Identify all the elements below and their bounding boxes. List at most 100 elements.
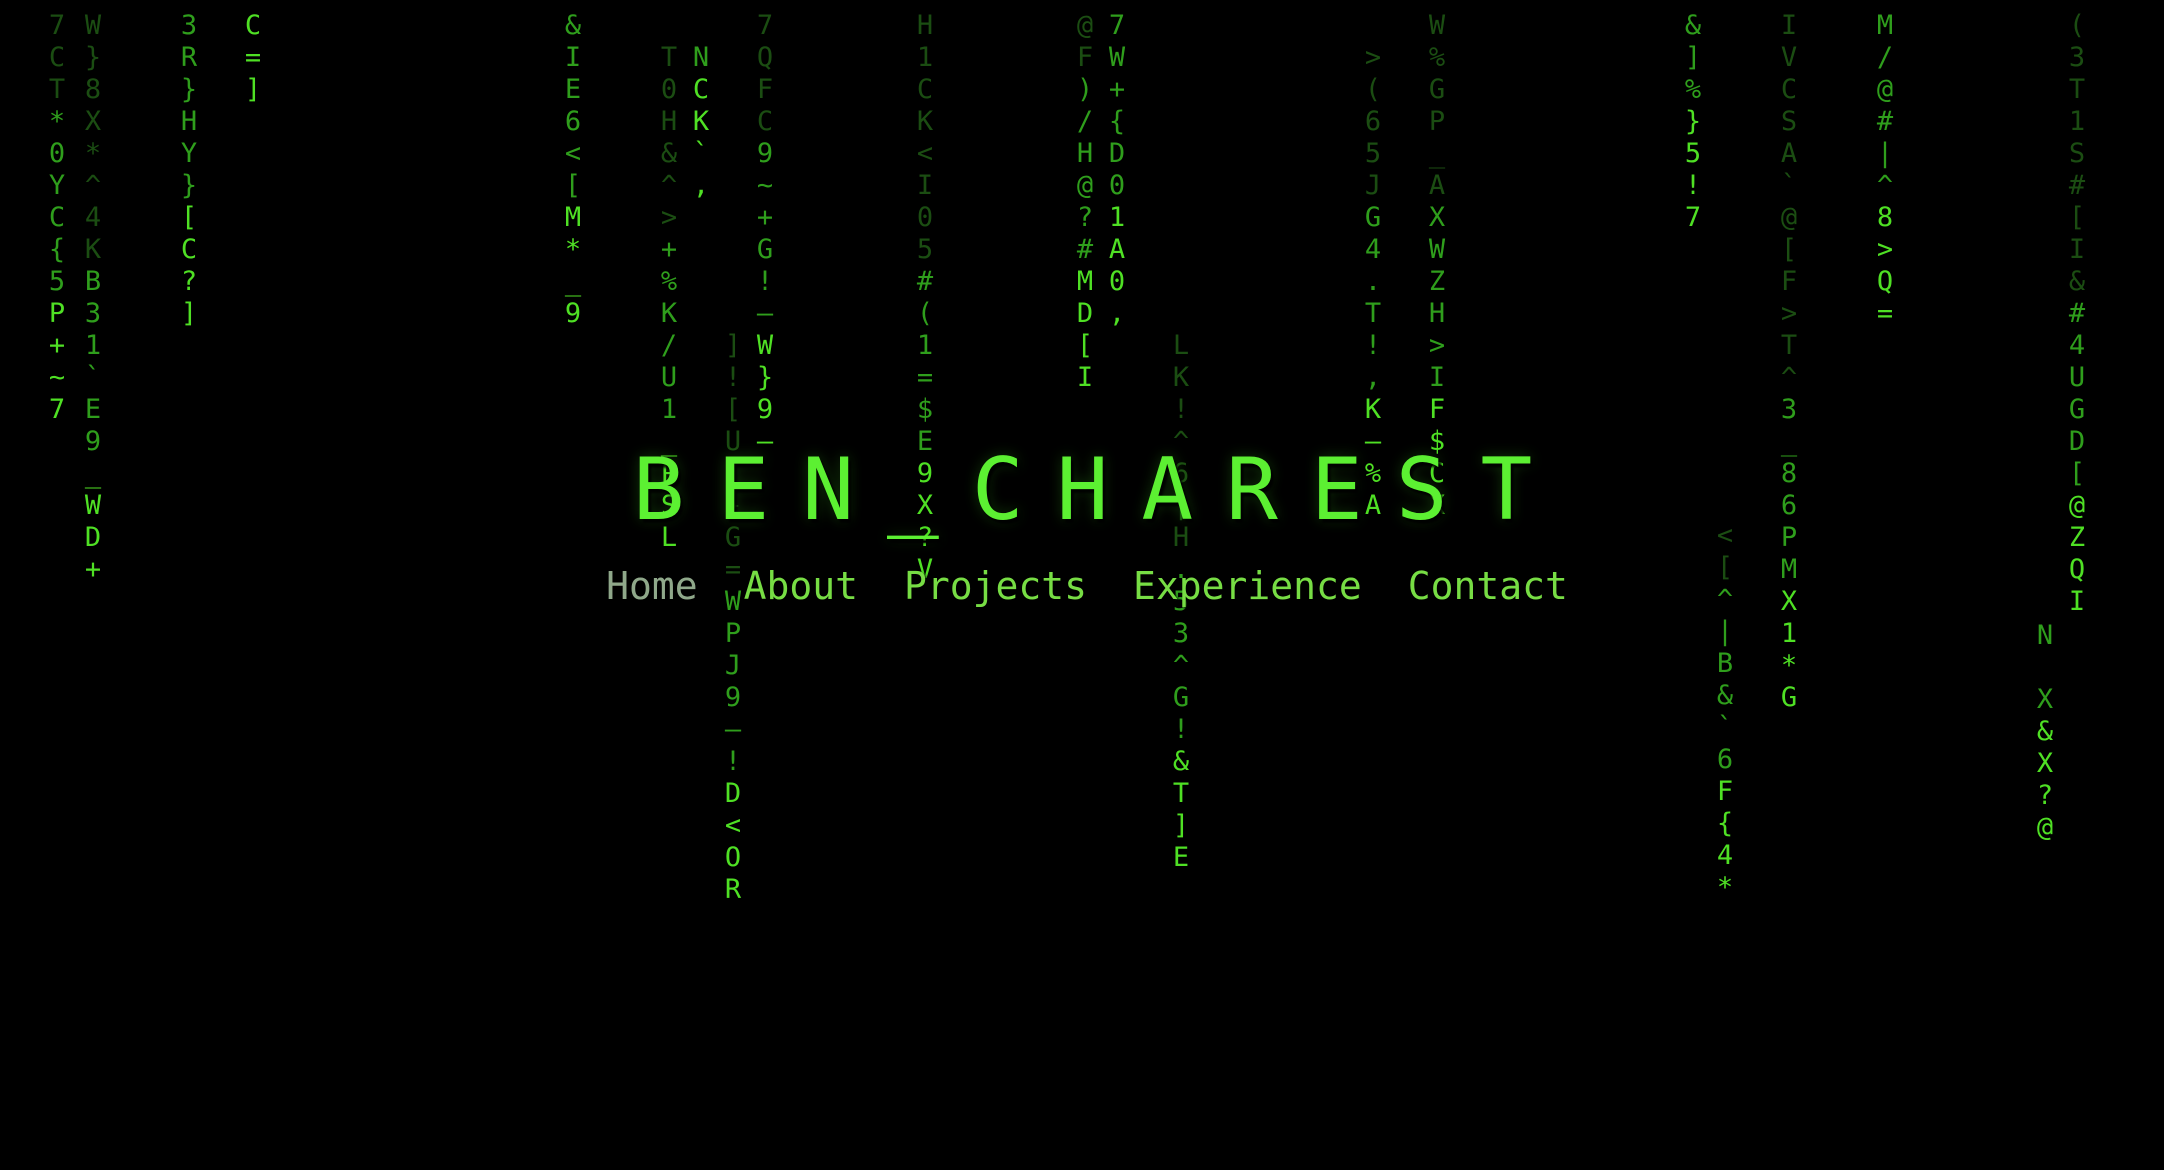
rain-glyph: T bbox=[1172, 778, 1190, 809]
rain-glyph: B bbox=[84, 266, 102, 297]
rain-glyph: ? bbox=[2036, 780, 2054, 811]
rain-glyph: _ bbox=[1428, 138, 1446, 169]
rain-glyph: X bbox=[2036, 684, 2054, 715]
rain-glyph: ^ bbox=[84, 170, 102, 201]
rain-column: M / @ # | ^ 8 > Q = bbox=[1872, 10, 1898, 330]
rain-glyph: * bbox=[564, 234, 582, 265]
rain-glyph: D bbox=[1076, 298, 1094, 329]
rain-glyph: < bbox=[564, 138, 582, 169]
rain-glyph: ] bbox=[244, 74, 262, 105]
rain-glyph: ! bbox=[724, 362, 742, 393]
rain-glyph: _ bbox=[564, 266, 582, 297]
rain-glyph: C bbox=[1780, 74, 1798, 105]
nav-link-about[interactable]: About bbox=[744, 564, 858, 608]
rain-glyph: 1 bbox=[2068, 106, 2086, 137]
rain-glyph: ` bbox=[84, 362, 102, 393]
rain-glyph: ! bbox=[724, 746, 742, 777]
rain-glyph: 8 bbox=[84, 74, 102, 105]
rain-glyph: ) bbox=[1076, 74, 1094, 105]
nav-link-experience[interactable]: Experience bbox=[1133, 564, 1362, 608]
rain-glyph: K bbox=[1172, 362, 1190, 393]
rain-glyph: [ bbox=[1780, 234, 1798, 265]
rain-glyph: C bbox=[48, 202, 66, 233]
rain-glyph: & bbox=[2036, 716, 2054, 747]
rain-glyph: G bbox=[1172, 682, 1190, 713]
rain-glyph: } bbox=[756, 362, 774, 393]
rain-glyph: 5 bbox=[48, 266, 66, 297]
rain-glyph: | bbox=[1876, 138, 1894, 169]
rain-glyph: 5 bbox=[916, 234, 934, 265]
rain-glyph: E bbox=[84, 394, 102, 425]
rain-glyph: 4 bbox=[1716, 840, 1734, 871]
rain-glyph: & bbox=[2068, 266, 2086, 297]
rain-glyph: = bbox=[244, 42, 262, 73]
rain-glyph: ] bbox=[1172, 810, 1190, 841]
rain-glyph: K bbox=[660, 298, 678, 329]
rain-glyph: K bbox=[916, 106, 934, 137]
rain-glyph: + bbox=[756, 202, 774, 233]
rain-glyph: — bbox=[724, 714, 742, 745]
rain-column: &]%} 5! 7 bbox=[1680, 10, 1706, 234]
rain-glyph: > bbox=[660, 202, 678, 233]
rain-glyph: 3 bbox=[84, 298, 102, 329]
rain-glyph: ^ bbox=[660, 170, 678, 201]
rain-glyph: Z bbox=[1428, 266, 1446, 297]
rain-glyph: U bbox=[2068, 362, 2086, 393]
rain-glyph: S bbox=[2068, 138, 2086, 169]
rain-glyph: C bbox=[48, 42, 66, 73]
rain-glyph: / bbox=[660, 330, 678, 361]
rain-glyph: 9 bbox=[756, 394, 774, 425]
rain-glyph: 7 bbox=[756, 10, 774, 41]
rain-glyph: + bbox=[660, 234, 678, 265]
rain-glyph: N bbox=[2036, 620, 2054, 651]
rain-glyph: & bbox=[1172, 746, 1190, 777]
rain-glyph: G bbox=[1780, 682, 1798, 713]
rain-glyph: E bbox=[1172, 842, 1190, 873]
rain-glyph: * bbox=[1780, 650, 1798, 681]
nav-link-home[interactable]: Home bbox=[606, 564, 698, 608]
rain-glyph: # bbox=[2068, 170, 2086, 201]
rain-column: ]![U:} G = W P J 9—! D < O R bbox=[720, 330, 746, 906]
rain-glyph: M bbox=[564, 202, 582, 233]
rain-glyph: F bbox=[1780, 266, 1798, 297]
rain-glyph: % bbox=[1684, 74, 1702, 105]
rain-glyph: [ bbox=[180, 202, 198, 233]
rain-glyph: W bbox=[1108, 42, 1126, 73]
rain-glyph: 1 bbox=[1108, 202, 1126, 233]
rain-glyph: ( bbox=[916, 298, 934, 329]
rain-glyph: 4 bbox=[1364, 234, 1382, 265]
rain-glyph: F bbox=[1076, 42, 1094, 73]
rain-glyph: R bbox=[724, 874, 742, 905]
rain-glyph: I bbox=[564, 42, 582, 73]
rain-glyph: C bbox=[244, 10, 262, 41]
rain-glyph: 1 bbox=[660, 394, 678, 425]
rain-column: C =] bbox=[240, 10, 266, 106]
rain-glyph: * bbox=[1716, 872, 1734, 903]
rain-glyph: M bbox=[1076, 266, 1094, 297]
rain-glyph: S bbox=[1780, 106, 1798, 137]
rain-glyph bbox=[2032, 652, 2058, 684]
rain-glyph: < bbox=[724, 810, 742, 841]
rain-glyph: I bbox=[1428, 362, 1446, 393]
rain-glyph: ( bbox=[1364, 74, 1382, 105]
rain-glyph: H bbox=[660, 106, 678, 137]
rain-column: 7 Q F C 9 ~ + G! — W} 9— bbox=[752, 10, 778, 458]
rain-glyph: F bbox=[756, 74, 774, 105]
nav-link-projects[interactable]: Projects bbox=[904, 564, 1087, 608]
rain-glyph: 0 bbox=[916, 202, 934, 233]
rain-glyph: — bbox=[756, 298, 774, 329]
rain-glyph: ^ bbox=[1780, 362, 1798, 393]
rain-glyph: X bbox=[84, 106, 102, 137]
rain-glyph: 7 bbox=[1684, 202, 1702, 233]
rain-glyph: 3 bbox=[180, 10, 198, 41]
nav-link-contact[interactable]: Contact bbox=[1408, 564, 1568, 608]
rain-glyph: V bbox=[1780, 42, 1798, 73]
rain-glyph: Y bbox=[48, 170, 66, 201]
rain-glyph: G bbox=[1428, 74, 1446, 105]
rain-glyph: P bbox=[1428, 106, 1446, 137]
rain-glyph: O bbox=[724, 842, 742, 873]
rain-glyph: } bbox=[1684, 106, 1702, 137]
rain-glyph: C bbox=[692, 74, 710, 105]
rain-glyph: 0 bbox=[48, 138, 66, 169]
rain-glyph: H bbox=[1428, 298, 1446, 329]
